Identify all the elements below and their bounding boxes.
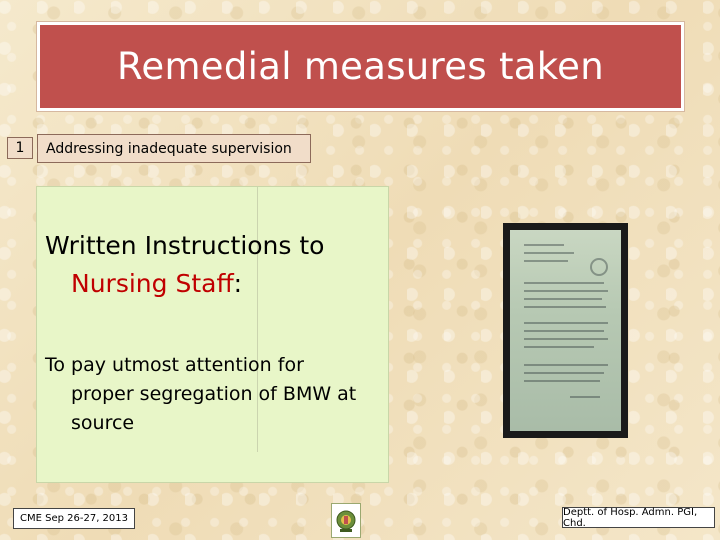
institute-emblem-icon — [331, 503, 361, 538]
document-photo-content — [510, 230, 621, 431]
instructions-paragraph: To pay utmost attention for proper segre… — [45, 351, 385, 438]
footer-event-label: CME Sep 26-27, 2013 — [13, 508, 135, 529]
slide-title: Remedial measures taken — [117, 45, 604, 88]
para-line2: proper segregation of BMW at — [71, 383, 357, 405]
document-photo — [503, 223, 628, 438]
slide-title-banner: Remedial measures taken — [36, 21, 685, 112]
emblem-graphic — [336, 510, 356, 532]
footer-department-label: Deptt. of Hosp. Admn. PGI, Chd. — [562, 507, 715, 529]
item-label-box: Addressing inadequate supervision — [37, 134, 311, 163]
instructions-heading: Written Instructions to Nursing Staff: — [45, 227, 385, 303]
content-panel: Written Instructions to Nursing Staff: T… — [36, 186, 389, 483]
para-line3: source — [71, 412, 135, 434]
heading-colon: : — [233, 269, 243, 298]
item-number-badge: 1 — [7, 137, 33, 159]
heading-highlight: Nursing Staff — [71, 269, 234, 298]
para-line1: To pay utmost attention for — [45, 354, 304, 376]
stamp-mark — [590, 258, 608, 276]
heading-line2: Nursing Staff: — [45, 265, 385, 303]
heading-line1: Written Instructions to — [45, 231, 325, 260]
